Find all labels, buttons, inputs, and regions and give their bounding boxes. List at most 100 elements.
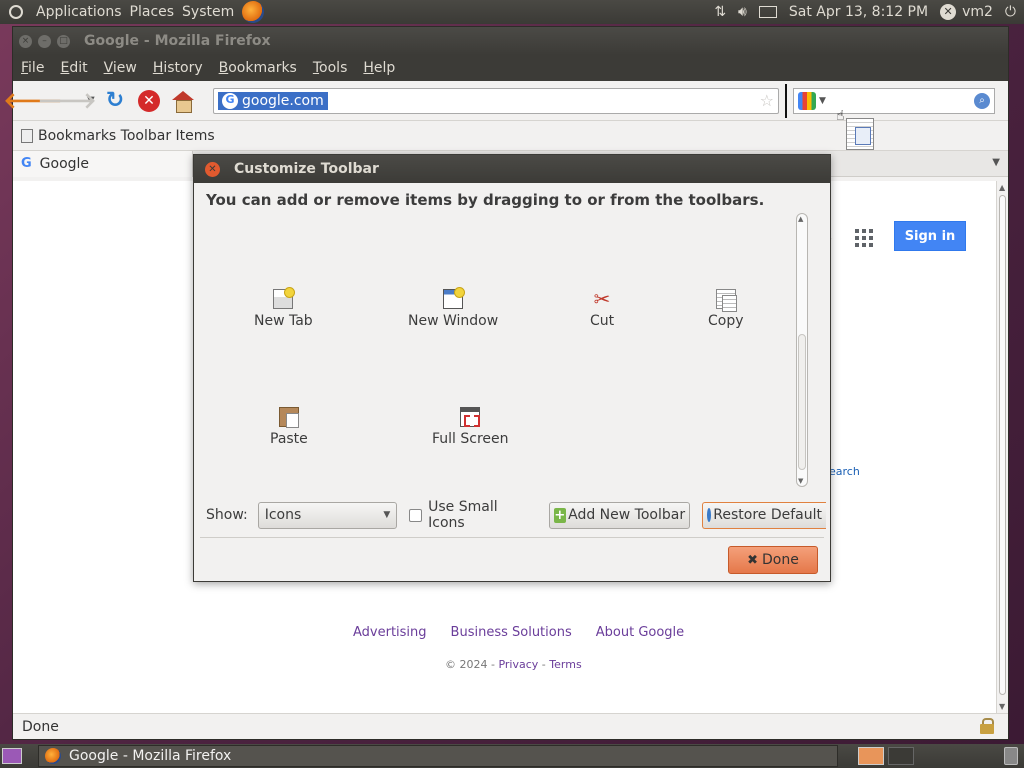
restore-default-button[interactable]: Restore Default	[702, 501, 826, 529]
done-button[interactable]: ✖ Done	[728, 546, 818, 574]
advertising-link[interactable]: Advertising	[353, 625, 427, 640]
power-icon[interactable]: ⏻	[1005, 0, 1016, 24]
add-new-toolbar-button[interactable]: + Add New Toolbar	[548, 501, 691, 529]
applications-menu[interactable]: Applications	[32, 0, 126, 24]
bookmark-star-icon[interactable]: ☆	[760, 91, 774, 110]
reload-button[interactable]: ↻	[101, 87, 129, 115]
menu-label: ile	[28, 60, 45, 76]
grid-dot	[869, 243, 873, 247]
grid-dot	[869, 229, 873, 233]
plus-icon: +	[553, 507, 567, 523]
menu-file[interactable]: File	[13, 60, 52, 76]
palette-item-paste[interactable]: Paste	[270, 407, 308, 447]
home-icon	[172, 90, 194, 113]
palette-item-cut[interactable]: ✂ Cut	[590, 289, 614, 329]
menu-label: ools	[319, 60, 348, 76]
copy-icon	[715, 289, 737, 312]
engine-dropdown-icon[interactable]: ▼	[819, 96, 826, 106]
minimize-window-icon[interactable]: –	[38, 34, 51, 48]
palette-item-label: Cut	[590, 313, 615, 329]
google-favicon-icon: G	[21, 156, 32, 171]
maximize-window-icon[interactable]: □	[57, 34, 70, 48]
system-menu[interactable]: System	[178, 0, 238, 24]
window-titlebar[interactable]: × – □ Google - Mozilla Firefox	[13, 27, 1008, 55]
scrollbar-thumb[interactable]	[999, 195, 1006, 695]
firefox-icon	[45, 748, 61, 764]
menu-history[interactable]: History	[145, 60, 211, 76]
search-bar[interactable]: ▼ ⌕	[793, 87, 995, 114]
workspace-1[interactable]	[858, 747, 884, 765]
ubuntu-logo-icon[interactable]	[6, 2, 26, 22]
username: vm2	[962, 4, 993, 20]
close-dialog-icon[interactable]: ✕	[205, 161, 220, 177]
show-select[interactable]: Icons ▼	[257, 501, 398, 529]
stop-button[interactable]: ✕	[135, 87, 163, 115]
restore-label: Restore Default	[713, 507, 822, 523]
dialog-instruction: You can add or remove items by dragging …	[206, 191, 765, 209]
home-button[interactable]	[169, 87, 197, 115]
palette-item-copy[interactable]: Copy	[708, 289, 744, 329]
clock[interactable]: Sat Apr 13, 8:12 PM	[789, 4, 928, 20]
menu-help[interactable]: Help	[355, 60, 403, 76]
palette-item-new-tab[interactable]: New Tab	[254, 287, 313, 329]
forward-button[interactable]: 🡒	[38, 87, 97, 115]
workspace-2[interactable]	[888, 747, 914, 765]
volume-icon[interactable]: 🔊︎	[738, 0, 747, 24]
user-status-icon: ✕	[940, 4, 957, 20]
network-icon[interactable]: ⇅	[714, 0, 726, 24]
dialog-titlebar[interactable]: ✕ Customize Toolbar	[194, 155, 830, 183]
privacy-link[interactable]: Privacy	[498, 658, 538, 671]
scroll-up-icon[interactable]: ▲	[798, 215, 803, 223]
user-menu[interactable]: ✕ vm2	[940, 4, 993, 20]
search-engine-icon[interactable]	[798, 91, 816, 110]
restore-icon	[707, 508, 712, 522]
menu-bookmarks[interactable]: Bookmarks	[211, 60, 305, 76]
small-icons-label: Use Small Icons	[428, 499, 498, 531]
tab-google[interactable]: G Google	[13, 150, 193, 177]
mail-icon[interactable]	[758, 6, 777, 18]
url-bar[interactable]: G google.com ☆	[213, 87, 779, 114]
scroll-up-icon[interactable]: ▲	[999, 183, 1005, 192]
scrollbar-thumb[interactable]	[798, 334, 806, 470]
dragged-item-icon	[846, 118, 874, 150]
lock-icon[interactable]	[980, 718, 994, 734]
tab-list-dropdown-icon[interactable]: ▼	[992, 157, 1000, 168]
sign-in-button[interactable]: Sign in	[894, 221, 966, 251]
terms-link[interactable]: Terms	[549, 658, 581, 671]
show-desktop-icon[interactable]	[2, 748, 22, 764]
palette-scrollbar[interactable]: ▲ ▼	[796, 213, 808, 487]
partial-search-link[interactable]: earch	[829, 465, 860, 478]
taskbar-item-firefox[interactable]: Google - Mozilla Firefox	[38, 745, 838, 767]
places-menu[interactable]: Places	[126, 0, 179, 24]
url-selection[interactable]: G google.com	[218, 91, 328, 110]
dialog-controls: Show: Icons ▼ Use Small Icons + Add New …	[206, 499, 826, 531]
small-icons-checkbox[interactable]	[409, 508, 423, 522]
menu-tools[interactable]: Tools	[305, 60, 356, 76]
close-icon: ✖	[747, 552, 759, 568]
trash-icon[interactable]	[1004, 747, 1018, 765]
scroll-down-icon[interactable]: ▼	[999, 702, 1005, 711]
google-favicon-icon: G	[222, 92, 238, 109]
scroll-down-icon[interactable]: ▼	[798, 477, 803, 485]
palette-item-full-screen[interactable]: Full Screen	[432, 407, 509, 447]
bookmarks-toolbar-icon	[21, 128, 33, 143]
palette-item-new-window[interactable]: New Window	[408, 287, 499, 329]
about-google-link[interactable]: About Google	[596, 625, 684, 640]
menu-label: iew	[112, 60, 137, 76]
menu-edit[interactable]: Edit	[52, 60, 95, 76]
menu-view[interactable]: View	[96, 60, 145, 76]
grid-dot	[862, 229, 866, 233]
page-scrollbar[interactable]: ▲ ▼	[996, 181, 1008, 713]
taskbar-item-label: Google - Mozilla Firefox	[69, 748, 232, 764]
bookmarks-toolbar-items[interactable]: Bookmarks Toolbar Items	[38, 128, 215, 144]
small-icons-toggle[interactable]: Use Small Icons	[409, 499, 536, 531]
forward-arrow-icon: 🡒	[37, 88, 97, 114]
business-solutions-link[interactable]: Business Solutions	[451, 625, 572, 640]
search-icon[interactable]: ⌕	[974, 92, 990, 109]
firefox-launcher-icon[interactable]	[242, 1, 265, 23]
dialog-title: Customize Toolbar	[234, 161, 379, 177]
close-window-icon[interactable]: ×	[19, 34, 32, 48]
palette-item-label: New Window	[408, 313, 499, 329]
top-panel: Applications Places System ⇅ 🔊︎ Sat Apr …	[0, 0, 1024, 24]
apps-grid-icon[interactable]	[855, 229, 873, 247]
